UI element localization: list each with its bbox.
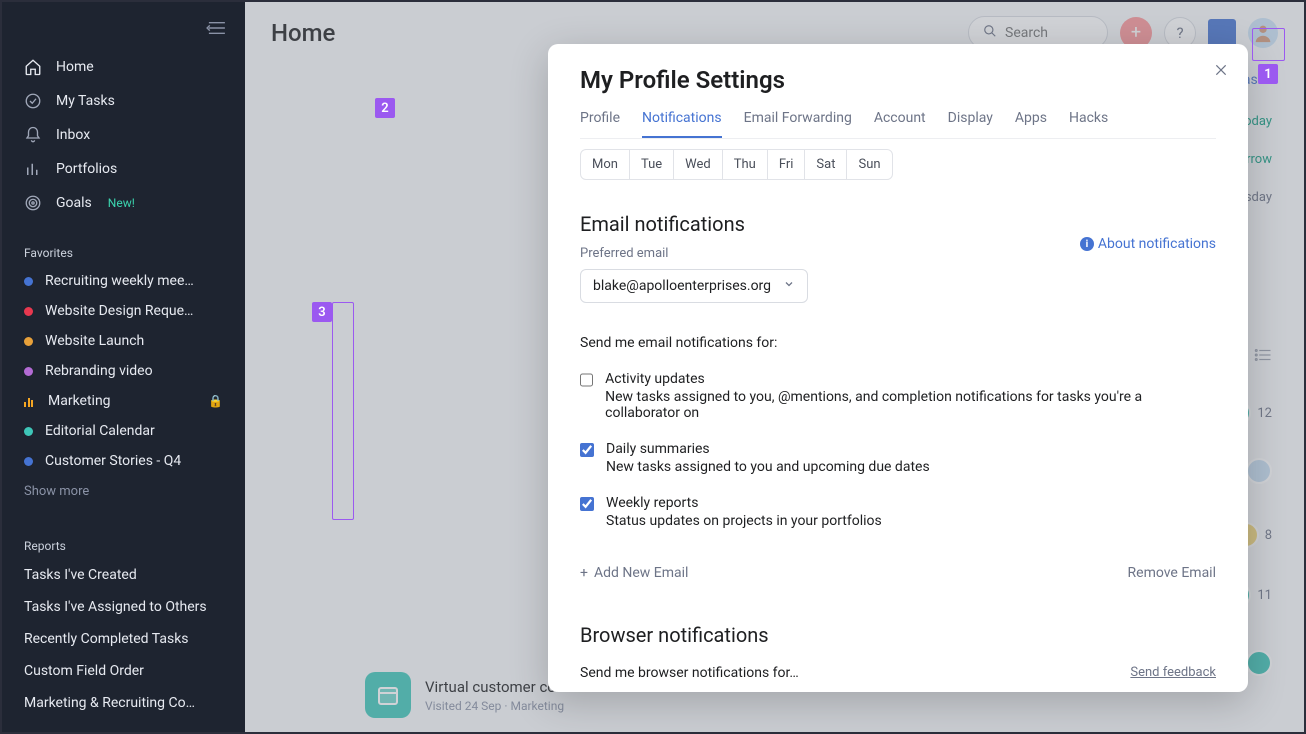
chevron-down-icon [783, 278, 795, 294]
nav-inbox[interactable]: Inbox [2, 118, 245, 152]
color-dot-icon [24, 457, 33, 466]
about-notifications-link[interactable]: iAbout notifications [1080, 236, 1216, 252]
favorite-item[interactable]: Customer Stories - Q4 [2, 446, 245, 476]
browser-sub-label: Send me browser notifications for… [580, 665, 1216, 681]
day-thu[interactable]: Thu [723, 150, 768, 179]
show-more-link[interactable]: Show more [2, 476, 245, 507]
sidebar-collapse-icon[interactable] [205, 20, 227, 40]
add-email-link[interactable]: +Add New Email [580, 565, 688, 581]
color-dot-icon [24, 277, 33, 286]
tab-profile[interactable]: Profile [580, 110, 620, 138]
color-dot-icon [24, 337, 33, 346]
tab-display[interactable]: Display [948, 110, 993, 138]
nav-label: My Tasks [56, 93, 115, 109]
modal-tabs: Profile Notifications Email Forwarding A… [580, 110, 1216, 139]
send-notifications-label: Send me email notifications for: [580, 335, 1216, 351]
color-dot-icon [24, 427, 33, 436]
bars-mini-icon [24, 395, 36, 407]
plus-icon: + [580, 565, 588, 581]
email-select[interactable]: blake@apolloenterprises.org [580, 269, 808, 303]
day-selector: Mon Tue Wed Thu Fri Sat Sun [580, 149, 893, 180]
target-icon [24, 194, 42, 212]
favorites-list: Recruiting weekly meet… Website Design R… [2, 266, 245, 476]
day-wed[interactable]: Wed [674, 150, 723, 179]
bell-icon [24, 126, 42, 144]
sidebar: Home My Tasks Inbox Portfolios Goals New… [2, 2, 245, 732]
nav-portfolios[interactable]: Portfolios [2, 152, 245, 186]
favorite-item[interactable]: Rebranding video [2, 356, 245, 386]
day-fri[interactable]: Fri [768, 150, 806, 179]
color-dot-icon [24, 307, 33, 316]
tab-email-forwarding[interactable]: Email Forwarding [744, 110, 852, 138]
close-icon[interactable] [1214, 62, 1228, 81]
favorite-item[interactable]: Recruiting weekly meet… [2, 266, 245, 296]
nav-goals[interactable]: Goals New! [2, 186, 245, 220]
day-tue[interactable]: Tue [630, 150, 674, 179]
checkbox-daily[interactable] [580, 443, 594, 457]
tab-apps[interactable]: Apps [1015, 110, 1047, 138]
day-sun[interactable]: Sun [847, 150, 891, 179]
report-item[interactable]: Custom Field Order [2, 655, 245, 687]
info-icon: i [1080, 237, 1094, 251]
nav-label: Portfolios [56, 161, 117, 177]
remove-email-link[interactable]: Remove Email [1128, 565, 1216, 581]
report-item[interactable]: Marketing & Recruiting Co… [2, 687, 245, 719]
report-item[interactable]: Tasks I've Assigned to Others [2, 591, 245, 623]
annotation-3: 3 [312, 302, 332, 322]
nav-home[interactable]: Home [2, 50, 245, 84]
checkbox-weekly[interactable] [580, 497, 594, 511]
send-feedback-link[interactable]: Send feedback [1130, 665, 1216, 680]
email-value: blake@apolloenterprises.org [593, 278, 771, 294]
favorite-item[interactable]: Website Design Reque… [2, 296, 245, 326]
browser-notifications-heading: Browser notifications [580, 623, 1216, 647]
option-daily-summaries: Daily summariesNew tasks assigned to you… [580, 441, 1200, 475]
nav-label: Home [56, 59, 94, 75]
bars-icon [24, 160, 42, 178]
check-circle-icon [24, 92, 42, 110]
report-item[interactable]: Recently Completed Tasks [2, 623, 245, 655]
main-content: Home + ? See all my tasks Rebrandi…Today… [245, 2, 1304, 732]
day-mon[interactable]: Mon [581, 150, 630, 179]
email-notifications-heading: Email notifications [580, 212, 1216, 236]
profile-settings-modal: My Profile Settings Profile Notification… [548, 44, 1248, 692]
option-activity-updates: Activity updatesNew tasks assigned to yo… [580, 371, 1200, 421]
color-dot-icon [24, 367, 33, 376]
nav-label: Goals [56, 195, 92, 211]
favorite-item[interactable]: Editorial Calendar [2, 416, 245, 446]
annotation-2: 2 [375, 98, 395, 118]
home-icon [24, 58, 42, 76]
modal-title: My Profile Settings [580, 66, 1216, 94]
tab-hacks[interactable]: Hacks [1069, 110, 1108, 138]
nav-label: Inbox [56, 127, 90, 143]
favorite-item[interactable]: Marketing🔒 [2, 386, 245, 416]
checkbox-activity[interactable] [580, 373, 593, 387]
reports-heading: Reports [2, 525, 245, 559]
lock-icon: 🔒 [208, 394, 223, 408]
tab-notifications[interactable]: Notifications [642, 110, 722, 138]
favorites-heading: Favorites [2, 232, 245, 266]
nav-my-tasks[interactable]: My Tasks [2, 84, 245, 118]
option-weekly-reports: Weekly reportsStatus updates on projects… [580, 495, 1200, 529]
day-sat[interactable]: Sat [805, 150, 847, 179]
annotation-1: 1 [1258, 64, 1278, 84]
report-item[interactable]: Tasks I've Created [2, 559, 245, 591]
favorite-item[interactable]: Website Launch [2, 326, 245, 356]
new-badge: New! [108, 196, 135, 210]
tab-account[interactable]: Account [874, 110, 926, 138]
